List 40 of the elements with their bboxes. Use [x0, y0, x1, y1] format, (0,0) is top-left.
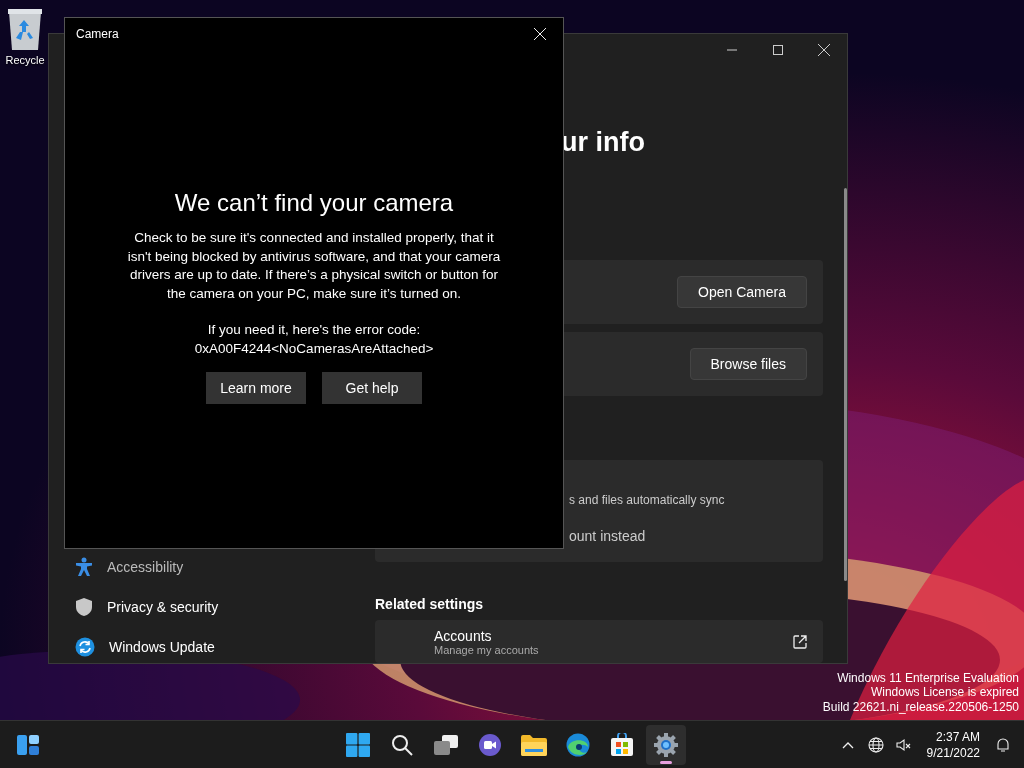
account-link[interactable]: ount instead — [569, 528, 823, 545]
action-button[interactable]: Browse files — [689, 348, 807, 381]
section-title: Related settings — [375, 596, 485, 613]
recycle-bin-icon — [7, 8, 43, 50]
external-link-icon — [793, 634, 807, 649]
related-title: Accounts — [434, 627, 493, 644]
gear-icon — [653, 731, 679, 758]
maximize-icon — [773, 45, 783, 55]
related-subtitle: Manage my accounts — [434, 643, 539, 656]
error-heading: We can’t find your camera — [174, 189, 454, 217]
browser-icon — [566, 732, 590, 757]
refresh-icon — [75, 636, 95, 657]
dialog-button[interactable]: Get help — [322, 372, 422, 404]
task-view-icon — [434, 734, 458, 755]
close-icon — [818, 44, 830, 56]
error-code-text: 0xA00F4244<NoCamerasAreAttached> — [194, 339, 434, 358]
search-icon — [391, 733, 413, 756]
build-info-text: Windows License is expired — [870, 685, 1019, 700]
related-settings-card[interactable]: Accounts Manage my accounts — [375, 620, 823, 663]
nav-item[interactable]: Privacy & security — [65, 590, 375, 623]
widgets-icon — [16, 733, 40, 756]
store-icon — [610, 732, 634, 757]
folder-icon — [521, 733, 547, 756]
build-info-text: Windows 11 Enterprise Evaluation — [837, 670, 1019, 685]
person-icon — [75, 556, 93, 577]
nav-item[interactable]: Accessibility — [65, 550, 375, 583]
error-code-text: If you need it, here's the error code: — [207, 321, 421, 339]
taskbar-app[interactable] — [646, 724, 686, 765]
nav-item[interactable]: Windows Update — [65, 630, 375, 663]
action-button[interactable]: Open Camera — [677, 276, 807, 309]
desktop-icon-label: Recycle — [5, 54, 45, 66]
dialog-button[interactable]: Learn more — [206, 372, 306, 404]
window-title: Camera — [76, 27, 119, 41]
close-icon — [534, 28, 546, 40]
description-text: s and files automatically sync — [569, 493, 726, 508]
clock[interactable]: 2:37 AM 9/21/2022 — [918, 728, 988, 761]
windows-icon — [346, 732, 370, 757]
error-message: Check to be sure it's connected and installed properly, that it isn't being blocked by antivirus software, and that your camera drivers are up to date. If there’s a physical switch or button for the camera on your PC, make sure it’s turned on. — [126, 229, 502, 303]
video-chat-icon — [478, 732, 502, 757]
shield-icon — [75, 596, 93, 617]
